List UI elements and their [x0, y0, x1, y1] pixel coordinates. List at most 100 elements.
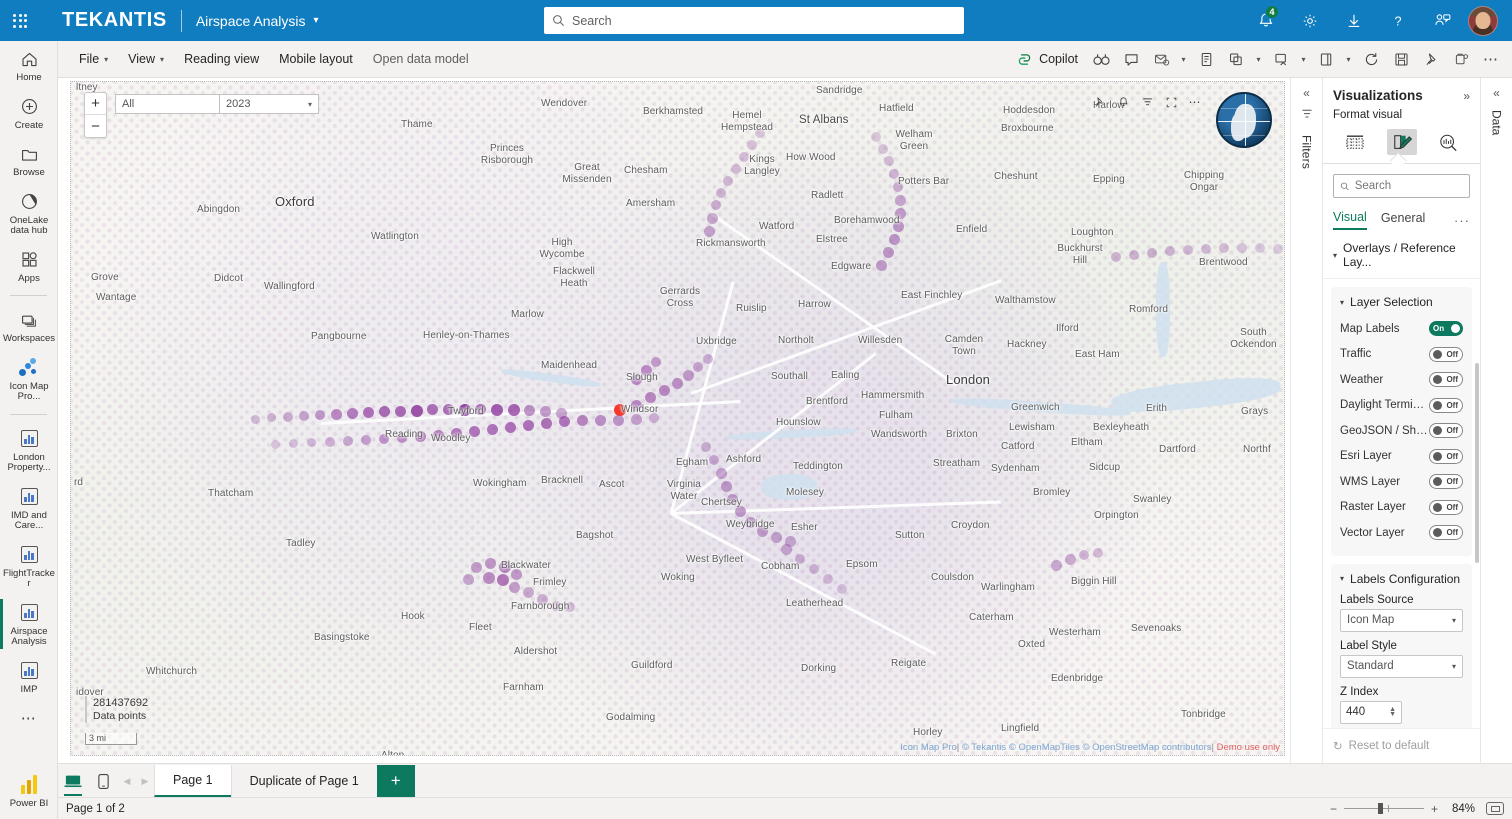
build-visual-tab[interactable]	[1340, 129, 1370, 155]
zoom-in-button[interactable]: +	[1431, 802, 1438, 816]
label-style-select[interactable]: Standard ▾	[1340, 655, 1463, 678]
zoom-slider[interactable]	[1344, 808, 1424, 809]
sidebar-item-icon-map-pro[interactable]: Icon Map Pro...	[0, 350, 58, 408]
export-icon[interactable]	[1311, 45, 1341, 73]
more-options-icon[interactable]: ···	[1454, 213, 1470, 228]
teams-icon[interactable]	[1446, 45, 1476, 73]
comment-icon[interactable]	[1116, 45, 1146, 73]
collapse-icon[interactable]: «	[1303, 86, 1310, 100]
powerbi-home-link[interactable]: Power BI	[0, 767, 58, 815]
layer-selection-header[interactable]: ▾ Layer Selection	[1340, 295, 1463, 309]
share-icon[interactable]	[1266, 45, 1296, 73]
sidebar-item-home[interactable]: Home	[0, 41, 58, 89]
filter-icon[interactable]	[1136, 92, 1158, 112]
sidebar-item-imp[interactable]: IMP	[0, 653, 58, 701]
subscribe-icon[interactable]	[1146, 45, 1176, 73]
more-options-icon[interactable]: ⋯	[1184, 92, 1206, 112]
tab-general[interactable]: General	[1381, 211, 1425, 229]
vector-layer-toggle[interactable]: Off	[1429, 525, 1463, 540]
daylight-terminator-toggle[interactable]: Off	[1429, 398, 1463, 413]
file-menu[interactable]: File ▾	[70, 47, 117, 71]
global-search[interactable]	[544, 7, 964, 34]
settings-icon[interactable]	[1288, 0, 1332, 41]
next-page-icon[interactable]: ▶	[136, 765, 154, 797]
map-zoom-out-button[interactable]: −	[85, 115, 106, 137]
map-labels-toggle[interactable]: On	[1429, 321, 1463, 336]
attribution-openmaptiles[interactable]: © OpenMapTiles	[1009, 742, 1080, 753]
z-index-stepper[interactable]: 440 ▲▼	[1340, 701, 1402, 724]
prev-page-icon[interactable]: ◀	[118, 765, 136, 797]
explore-icon[interactable]	[1086, 45, 1116, 73]
mobile-layout-icon[interactable]	[88, 765, 118, 797]
filters-pane-label[interactable]: Filters	[1300, 135, 1314, 169]
chevron-down-icon[interactable]: ▾	[314, 15, 319, 26]
data-pane-label[interactable]: Data	[1490, 110, 1504, 135]
tab-visual[interactable]: Visual	[1333, 210, 1367, 230]
page-tab-duplicate-of-page-1[interactable]: Duplicate of Page 1	[231, 765, 377, 797]
sidebar-item-browse[interactable]: Browse	[0, 136, 58, 184]
downloads-icon[interactable]	[1332, 0, 1376, 41]
esri-layer-toggle[interactable]: Off	[1429, 449, 1463, 464]
sidebar-item-london-property[interactable]: London Property...	[0, 421, 58, 479]
pin-visual-icon[interactable]	[1088, 92, 1110, 112]
sidebar-item-create[interactable]: Create	[0, 89, 58, 137]
desktop-layout-icon[interactable]	[58, 765, 88, 797]
sidebar-item-workspaces[interactable]: Workspaces	[0, 302, 58, 350]
copilot-button[interactable]: Copilot	[1008, 47, 1086, 72]
chevron-down-icon[interactable]: ▾	[1296, 45, 1311, 73]
notifications-icon[interactable]: 4	[1244, 0, 1288, 41]
app-launcher-icon[interactable]	[0, 0, 40, 41]
bookmarks-icon[interactable]	[1221, 45, 1251, 73]
viz-pane-search[interactable]	[1333, 174, 1470, 198]
open-data-model-button[interactable]: Open data model	[364, 47, 478, 71]
traffic-toggle[interactable]: Off	[1429, 347, 1463, 362]
notes-icon[interactable]	[1191, 45, 1221, 73]
sidebar-item-more[interactable]: ⋯	[0, 700, 58, 734]
labels-source-select[interactable]: Icon Map ▾	[1340, 609, 1463, 632]
sidebar-item-flighttracker[interactable]: FlightTracker	[0, 537, 58, 595]
focus-mode-icon[interactable]	[1160, 92, 1182, 112]
chevron-down-icon[interactable]: ▾	[1176, 45, 1191, 73]
geojson-shape-toggle[interactable]: Off	[1429, 423, 1463, 438]
viz-search-input[interactable]	[1355, 180, 1463, 192]
format-visual-tab[interactable]	[1387, 129, 1417, 155]
slicer-year[interactable]: 2023 ▾	[219, 94, 319, 114]
stepper-arrows-icon[interactable]: ▲▼	[1389, 707, 1396, 717]
raster-layer-toggle[interactable]: Off	[1429, 500, 1463, 515]
sidebar-item-imd-and-care[interactable]: IMD and Care...	[0, 479, 58, 537]
viz-pane-scrollbar[interactable]	[1475, 363, 1479, 563]
attribution-product[interactable]: Icon Map Pro	[900, 742, 957, 753]
filter-icon[interactable]	[1301, 108, 1313, 123]
mobile-layout-button[interactable]: Mobile layout	[270, 47, 362, 71]
add-page-button[interactable]: +	[377, 765, 415, 797]
chevron-down-icon[interactable]: ▾	[1341, 45, 1356, 73]
chevron-down-icon[interactable]: ▾	[1251, 45, 1266, 73]
report-title[interactable]: Airspace Analysis	[196, 13, 306, 29]
reset-to-default-button[interactable]: ↻ Reset to default	[1323, 728, 1480, 763]
zoom-out-button[interactable]: −	[1330, 802, 1337, 816]
fit-to-page-icon[interactable]	[1486, 802, 1504, 815]
reading-view-button[interactable]: Reading view	[175, 47, 268, 71]
refresh-icon[interactable]	[1356, 45, 1386, 73]
sidebar-item-onelake-data-hub[interactable]: OneLake data hub	[0, 184, 58, 242]
section-overlays-reference-layers[interactable]: ▾ Overlays / Reference Lay...	[1323, 230, 1480, 279]
map-zoom-in-button[interactable]: +	[85, 93, 106, 115]
expand-icon[interactable]: »	[1463, 89, 1470, 103]
sidebar-item-apps[interactable]: Apps	[0, 242, 58, 290]
search-input[interactable]	[572, 14, 956, 28]
view-menu[interactable]: View ▾	[119, 47, 173, 71]
map-zoom-controls[interactable]: + −	[84, 92, 107, 138]
collapse-icon[interactable]: «	[1493, 86, 1500, 100]
sidebar-item-airspace-analysis[interactable]: Airspace Analysis	[0, 595, 58, 653]
zoom-slider-thumb[interactable]	[1378, 803, 1383, 814]
labels-configuration-header[interactable]: ▾ Labels Configuration	[1340, 572, 1463, 586]
attribution-openstreetmap[interactable]: © OpenStreetMap contributors	[1083, 742, 1212, 753]
more-options-icon[interactable]: ⋯	[1476, 45, 1506, 73]
help-icon[interactable]: ?	[1376, 0, 1420, 41]
attribution-tekantis[interactable]: © Tekantis	[962, 742, 1006, 753]
pin-icon[interactable]	[1416, 45, 1446, 73]
icon-map-visual[interactable]: OxfordltneyThameWendoverBerkhamstedHemel…	[70, 81, 1285, 756]
avatar[interactable]	[1468, 6, 1498, 36]
page-tab-page-1[interactable]: Page 1	[154, 765, 231, 797]
wms-layer-toggle[interactable]: Off	[1429, 474, 1463, 489]
